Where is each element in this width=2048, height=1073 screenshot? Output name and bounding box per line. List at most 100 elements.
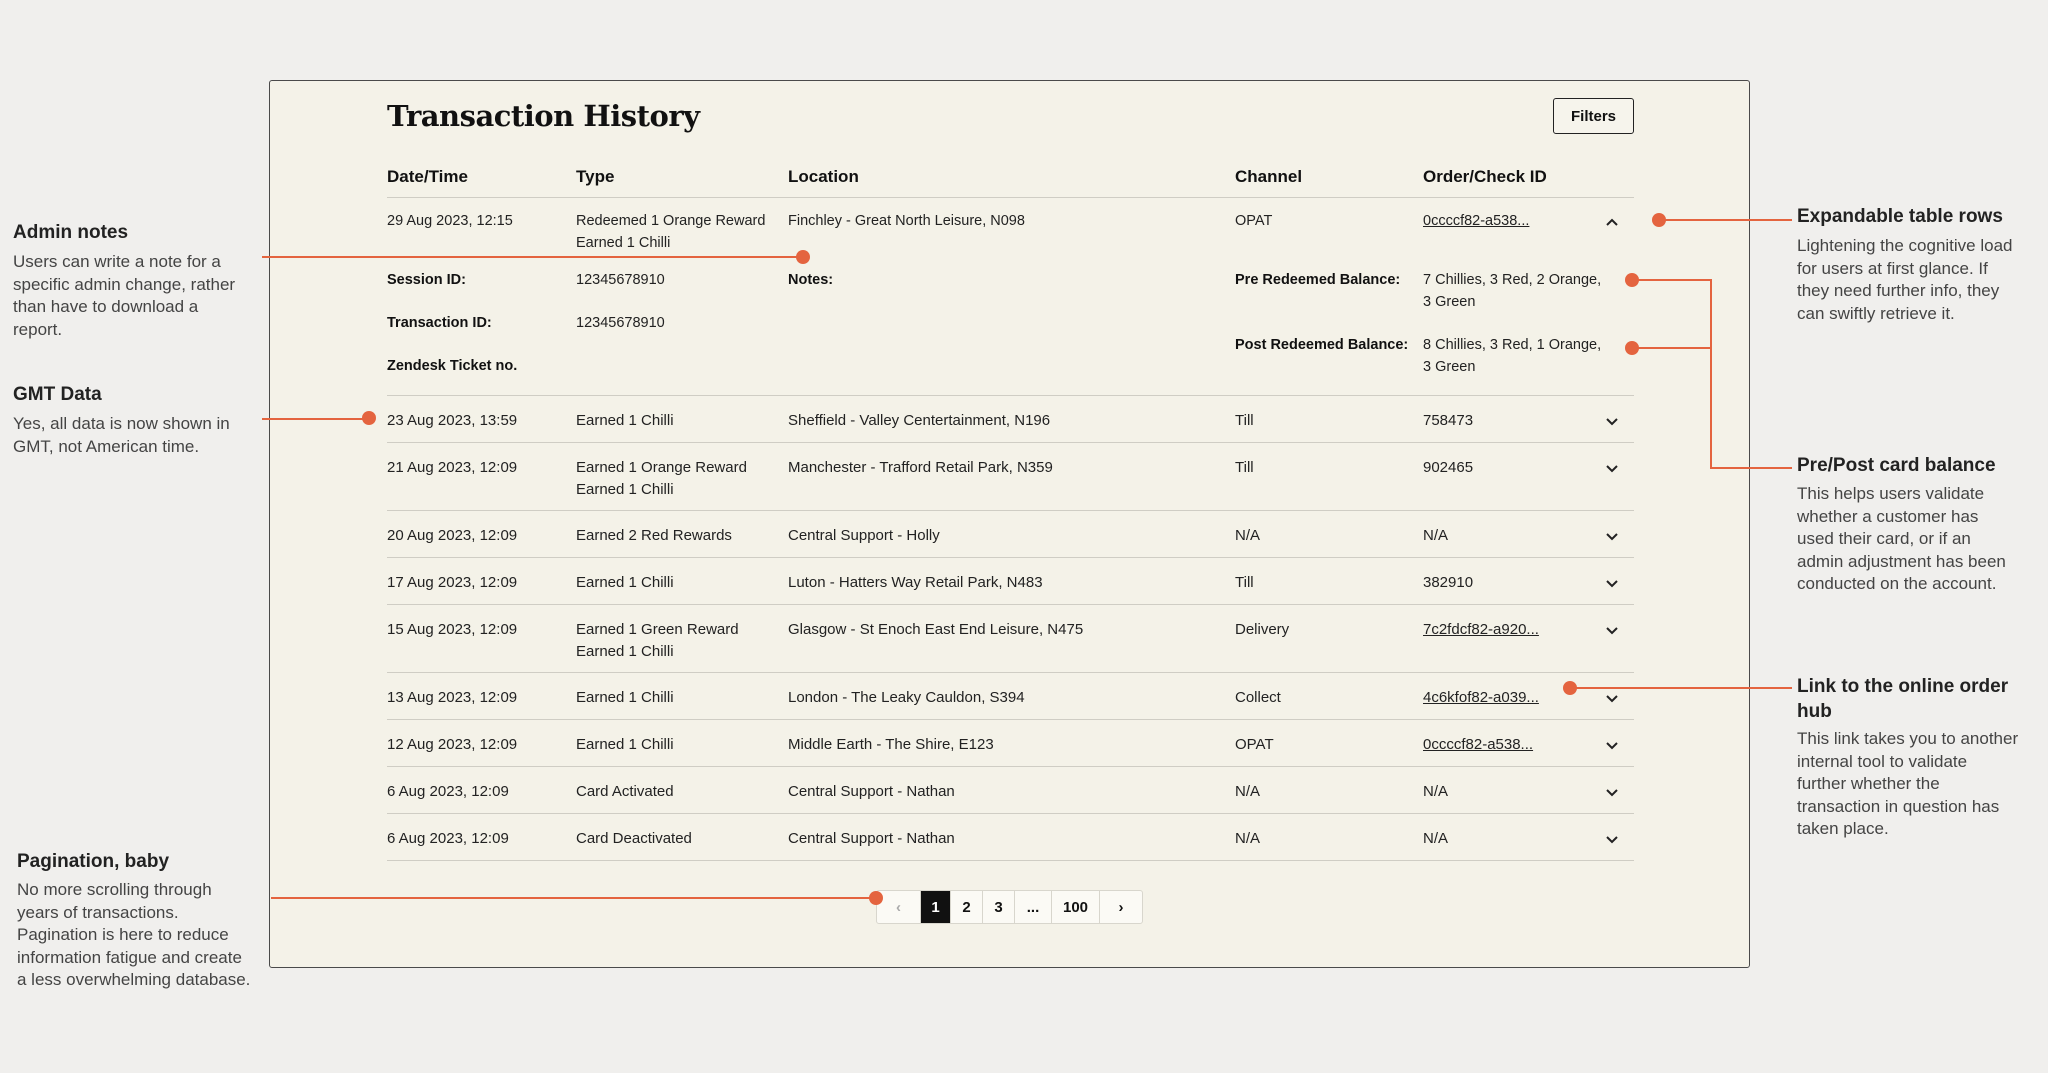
row-order-id: N/A xyxy=(1423,527,1449,544)
row-type: Redeemed 1 Orange Reward Earned 1 Chilli xyxy=(576,210,765,254)
row-type: Card Deactivated xyxy=(576,830,692,847)
row-type-line: Earned 1 Chilli xyxy=(576,235,671,251)
chevron-down-icon[interactable] xyxy=(1603,574,1621,592)
next-page-button[interactable]: › xyxy=(1100,891,1142,923)
row-date: 29 Aug 2023, 12:15 xyxy=(387,213,513,229)
row-type: Earned 2 Red Rewards xyxy=(576,527,732,544)
note-line: whether a customer has xyxy=(1797,506,1979,526)
previous-page-button[interactable]: ‹ xyxy=(877,891,921,923)
pre-balance-line: 7 Chillies, 3 Red, 2 Orange, xyxy=(1423,272,1602,288)
table-row[interactable]: 23 Aug 2023, 13:59 Earned 1 Chilli Sheff… xyxy=(387,397,1634,443)
column-header-type: Type xyxy=(576,167,615,186)
note-line: report. xyxy=(13,319,63,339)
session-id-label: Session ID: xyxy=(387,272,466,288)
note-line: further whether the xyxy=(1797,774,1940,793)
order-link-text: This link takes you to another internal … xyxy=(1797,728,2018,841)
page-button-100[interactable]: 100 xyxy=(1052,891,1100,923)
row-type-line: Earned 1 Orange Reward xyxy=(576,459,747,476)
row-type: Earned 1 Green Reward Earned 1 Chilli xyxy=(576,619,739,663)
note-line: This link takes you to another xyxy=(1797,729,2019,748)
table-row[interactable]: 6 Aug 2023, 12:09 Card Deactivated Centr… xyxy=(387,815,1634,861)
chevron-up-icon[interactable] xyxy=(1603,214,1621,232)
chevron-down-icon[interactable] xyxy=(1603,459,1621,477)
page-button-3[interactable]: 3 xyxy=(983,891,1015,923)
chevron-down-icon[interactable] xyxy=(1603,527,1621,545)
expandable-rows-marker xyxy=(1652,213,1666,227)
chevron-down-icon[interactable] xyxy=(1603,621,1621,639)
row-date: 17 Aug 2023, 12:09 xyxy=(387,574,518,591)
chevron-down-icon[interactable] xyxy=(1603,830,1621,848)
page-button-1[interactable]: 1 xyxy=(921,891,951,923)
expandable-rows-text: Lightening the cognitive load for users … xyxy=(1797,235,2013,325)
post-balance-line: 3 Green xyxy=(1423,359,1476,375)
row-location: Finchley - Great North Leisure, N098 xyxy=(788,213,1025,229)
table-row[interactable]: 12 Aug 2023, 12:09 Earned 1 Chilli Middl… xyxy=(387,721,1634,767)
row-location: Sheffield - Valley Centertainment, N196 xyxy=(788,412,1051,429)
row-location: Central Support - Nathan xyxy=(788,830,955,847)
note-line: than have to download a xyxy=(13,297,199,316)
row-type-line: Earned 1 Chilli xyxy=(576,481,674,498)
row-type-line: Redeemed 1 Orange Reward xyxy=(576,213,766,229)
page-title: Transaction History xyxy=(387,99,700,133)
table-row[interactable]: 13 Aug 2023, 12:09 Earned 1 Chilli Londo… xyxy=(387,674,1634,720)
column-header-channel: Channel xyxy=(1235,167,1303,186)
table-header: Date/Time Type Location Channel Order/Ch… xyxy=(387,161,1634,198)
note-line: Link to the online order xyxy=(1797,676,2009,697)
note-line: transaction in question has xyxy=(1797,796,2000,816)
row-date: 13 Aug 2023, 12:09 xyxy=(387,689,518,706)
chevron-down-icon[interactable] xyxy=(1603,689,1621,707)
table-row[interactable]: 21 Aug 2023, 12:09 Earned 1 Orange Rewar… xyxy=(387,444,1634,511)
row-date: 23 Aug 2023, 13:59 xyxy=(387,412,518,429)
row-location: Glasgow - St Enoch East End Leisure, N47… xyxy=(788,621,1084,638)
table-row[interactable]: 6 Aug 2023, 12:09 Card Activated Central… xyxy=(387,768,1634,814)
note-line: taken place. xyxy=(1797,819,1889,838)
post-balance-value: 8 Chillies, 3 Red, 1 Orange, 3 Green xyxy=(1423,334,1601,378)
note-line: GMT, not American time. xyxy=(13,436,200,456)
row-channel: N/A xyxy=(1235,783,1261,800)
chevron-down-icon[interactable] xyxy=(1603,736,1621,754)
row-type: Earned 1 Chilli xyxy=(576,689,674,706)
row-channel: Delivery xyxy=(1235,621,1290,638)
transaction-id-label: Transaction ID: xyxy=(387,315,492,331)
pagination: ‹ 1 2 3 ... 100 › xyxy=(876,890,1143,924)
note-line: used their card, or if an xyxy=(1797,529,1971,548)
chevron-down-icon[interactable] xyxy=(1603,783,1621,801)
note-line: information fatigue and create xyxy=(17,947,242,967)
balance-connector xyxy=(1710,279,1712,469)
row-type: Earned 1 Orange Reward Earned 1 Chilli xyxy=(576,457,747,501)
expanded-table-row[interactable]: 29 Aug 2023, 12:15 Redeemed 1 Orange Rew… xyxy=(387,199,1634,396)
page-button-2[interactable]: 2 xyxy=(951,891,983,923)
balance-connector xyxy=(1632,347,1712,349)
post-balance-line: 8 Chillies, 3 Red, 1 Orange, xyxy=(1423,337,1602,353)
order-hub-link[interactable]: 0ccccf82-a538... xyxy=(1423,734,1533,756)
row-order-id: N/A xyxy=(1423,830,1449,847)
order-link-title: Link to the online order hub xyxy=(1797,674,2008,724)
row-location: Manchester - Trafford Retail Park, N359 xyxy=(788,459,1053,476)
order-hub-link[interactable]: 4c6kfof82-a039... xyxy=(1423,687,1539,709)
table-row[interactable]: 17 Aug 2023, 12:09 Earned 1 Chilli Luton… xyxy=(387,559,1634,605)
note-line: Lightening the cognitive load xyxy=(1797,236,2013,255)
row-order-id: 902465 xyxy=(1423,459,1474,476)
admin-notes-text: Users can write a note for a specific ad… xyxy=(13,251,235,341)
order-hub-link[interactable]: 7c2fdcf82-a920... xyxy=(1423,619,1539,641)
row-location: Central Support - Holly xyxy=(788,527,940,544)
card-balance-text: This helps users validate whether a cust… xyxy=(1797,483,2006,596)
order-link-marker xyxy=(1563,681,1577,695)
order-hub-link[interactable]: 0ccccf82-a538... xyxy=(1423,210,1529,232)
table-row[interactable]: 20 Aug 2023, 12:09 Earned 2 Red Rewards … xyxy=(387,512,1634,558)
row-location: Central Support - Nathan xyxy=(788,783,955,800)
transaction-id-value: 12345678910 xyxy=(576,315,665,331)
expandable-rows-title: Expandable table rows xyxy=(1797,206,2003,227)
row-location: London - The Leaky Cauldon, S394 xyxy=(788,689,1025,706)
chevron-down-icon[interactable] xyxy=(1603,412,1621,430)
card-balance-title: Pre/Post card balance xyxy=(1797,455,1996,476)
order-link-connector xyxy=(1568,687,1792,689)
row-channel: N/A xyxy=(1235,527,1261,544)
row-location: Middle Earth - The Shire, E123 xyxy=(788,736,994,753)
note-line: for users at first glance. If xyxy=(1797,258,1988,278)
note-line: specific admin change, rather xyxy=(13,274,236,294)
table-row[interactable]: 15 Aug 2023, 12:09 Earned 1 Green Reward… xyxy=(387,606,1634,673)
row-channel: OPAT xyxy=(1235,736,1274,753)
column-header-date: Date/Time xyxy=(387,167,468,186)
filters-button[interactable]: Filters xyxy=(1553,98,1634,134)
